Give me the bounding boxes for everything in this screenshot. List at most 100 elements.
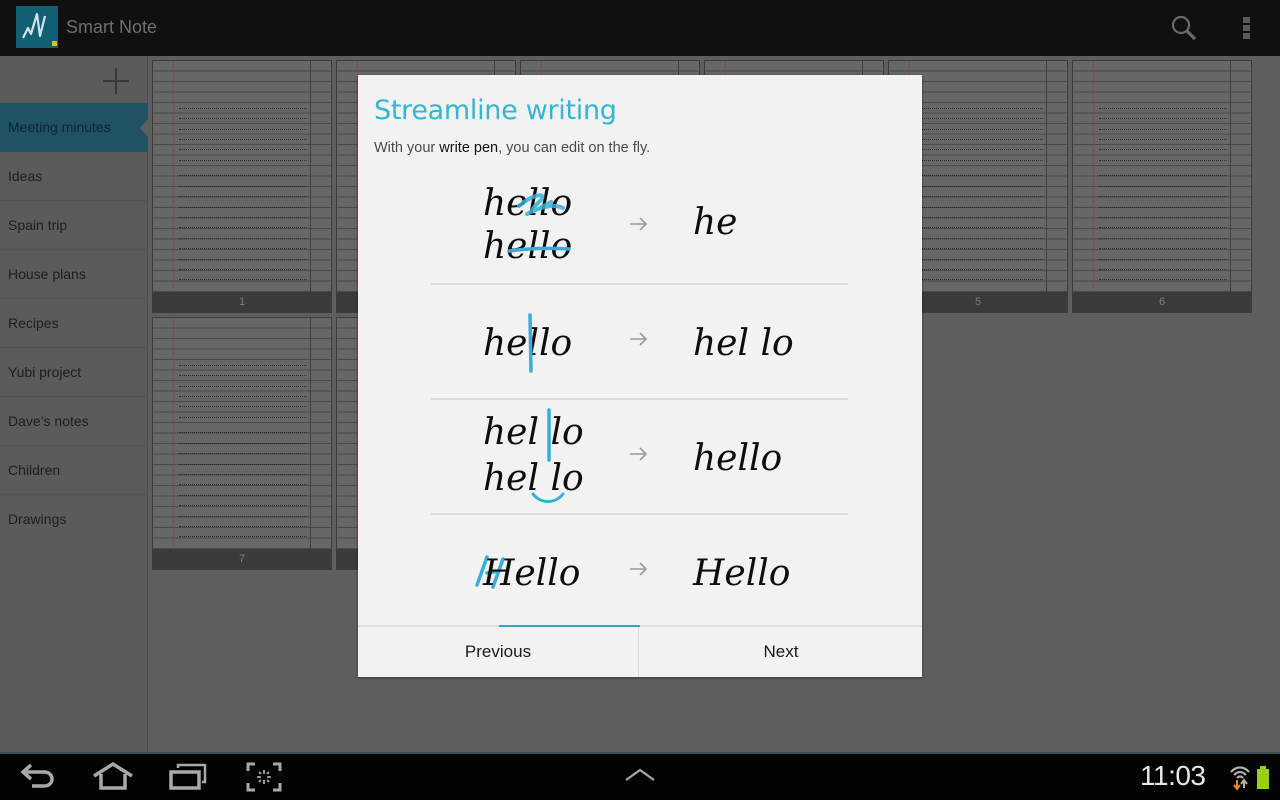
sidebar-item-spain-trip[interactable]: Spain trip [0, 201, 148, 250]
handwriting-stroke [179, 442, 307, 444]
handwriting-stroke [915, 206, 1043, 208]
gesture-example-split: hello hel lo [431, 285, 848, 400]
handwriting-line: Hello [482, 553, 580, 594]
handwriting-stroke [1099, 206, 1227, 208]
handwriting-stroke [179, 515, 307, 517]
handwriting-line: hello [483, 183, 572, 224]
sidebar-item-recipes[interactable]: Recipes [0, 299, 148, 348]
tutorial-dialog: Streamline writing With your write pen, … [358, 75, 922, 677]
page-thumbnail[interactable]: 7 [152, 317, 332, 570]
handwriting-stroke [1099, 269, 1227, 270]
back-icon[interactable] [20, 762, 56, 792]
handwriting-stroke [179, 227, 307, 229]
handwriting-stroke [915, 149, 1043, 151]
plus-icon[interactable] [102, 68, 130, 96]
handwriting-stroke [915, 269, 1043, 270]
handwriting-line: hel lo [483, 412, 584, 453]
sidebar-item-house-plans[interactable]: House plans [0, 250, 148, 299]
handwriting-stroke [179, 269, 307, 270]
handwriting-stroke [1099, 237, 1227, 239]
handwriting-stroke [179, 416, 307, 418]
before-handwriting: hello hello [483, 183, 572, 267]
margin-line [1093, 61, 1094, 312]
handwriting-stroke [179, 526, 307, 527]
handwriting-stroke [179, 453, 307, 455]
handwriting-stroke [179, 474, 307, 475]
gesture-examples: hello hello he hello hel lo hel lo hel l… [431, 170, 848, 630]
notebook-list: Meeting minutes Ideas Spain trip House p… [0, 103, 148, 544]
subtitle-text: With your [374, 140, 440, 156]
handwriting-stroke [179, 159, 307, 161]
handwriting-result: hello [693, 438, 782, 479]
handwriting-stroke [1099, 227, 1227, 229]
handwriting-stroke [1099, 175, 1227, 177]
gesture-example-delete: hello hello he [431, 170, 848, 285]
handwriting-stroke [1099, 139, 1227, 140]
handwriting-stroke [915, 227, 1043, 229]
ruled-lines [1073, 61, 1251, 292]
handwriting-stroke [179, 375, 307, 377]
margin-line [1230, 61, 1231, 292]
handwriting-stroke [179, 185, 307, 187]
previous-button[interactable]: Previous [358, 627, 639, 677]
sidebar-item-yubi-project[interactable]: Yubi project [0, 348, 148, 397]
sidebar-item-drawings[interactable]: Drawings [0, 495, 148, 544]
handwriting-stroke [915, 185, 1043, 187]
margin-line [173, 61, 174, 312]
handwriting-stroke [915, 175, 1043, 177]
system-navigation-bar: 11:03 [0, 752, 1280, 800]
handwriting-stroke [179, 206, 307, 208]
page-thumbnail[interactable]: 1 [152, 60, 332, 313]
app-title: Smart Note [66, 17, 158, 37]
handwriting-stroke [179, 149, 307, 151]
ruled-lines [153, 318, 331, 549]
handwriting-stroke [179, 107, 307, 109]
handwriting-stroke [915, 107, 1043, 109]
handwriting-stroke [1099, 196, 1227, 198]
screenshot-icon[interactable] [246, 762, 282, 792]
handwriting-stroke [915, 196, 1043, 198]
handwriting-stroke [915, 248, 1043, 250]
notebook-sidebar: Meeting minutes Ideas Spain trip House p… [0, 56, 148, 752]
handwriting-stroke [179, 364, 307, 366]
subtitle-text: , you can edit on the fly. [498, 140, 651, 156]
overflow-menu-icon[interactable] [1238, 14, 1258, 42]
after-handwriting: he [693, 202, 738, 243]
handwriting-stroke [179, 432, 307, 434]
split-gesture [528, 313, 533, 373]
home-icon[interactable] [92, 762, 134, 792]
handwriting-stroke [179, 279, 307, 281]
handwriting-stroke [915, 258, 1043, 260]
handwriting-stroke [1099, 248, 1227, 250]
search-icon[interactable] [1170, 14, 1198, 42]
handwriting-stroke [179, 196, 307, 198]
after-handwriting: hel lo [693, 323, 794, 364]
recent-apps-icon[interactable] [168, 762, 208, 792]
sidebar-item-meeting-minutes[interactable]: Meeting minutes [0, 103, 148, 152]
margin-line [310, 318, 311, 549]
handwriting-stroke [179, 385, 307, 387]
page-number: 7 [153, 549, 331, 569]
handwriting-stroke [179, 258, 307, 260]
subtitle-emphasis: write pen [439, 140, 499, 156]
sidebar-item-daves-notes[interactable]: Dave’s notes [0, 397, 148, 446]
gesture-example-overwrite: Hello Hello [431, 515, 848, 630]
chevron-up-icon[interactable] [624, 768, 656, 782]
handwriting-stroke [179, 494, 307, 496]
action-bar: Smart Note [0, 0, 1280, 56]
next-button[interactable]: Next [640, 627, 922, 677]
sidebar-item-ideas[interactable]: Ideas [0, 152, 148, 201]
handwriting-stroke [1099, 118, 1227, 120]
handwriting-stroke [915, 118, 1043, 120]
handwriting-stroke [915, 139, 1043, 140]
handwriting-stroke [179, 118, 307, 120]
page-thumbnail[interactable]: 6 [1072, 60, 1252, 313]
sidebar-item-children[interactable]: Children [0, 446, 148, 495]
arrow-right-icon [630, 447, 648, 461]
clock: 11:03 [1140, 760, 1206, 791]
handwriting-stroke [179, 484, 307, 486]
margin-line [1046, 61, 1047, 292]
handwriting-stroke [915, 237, 1043, 239]
arrow-right-icon [630, 332, 648, 346]
handwriting-stroke [179, 248, 307, 250]
